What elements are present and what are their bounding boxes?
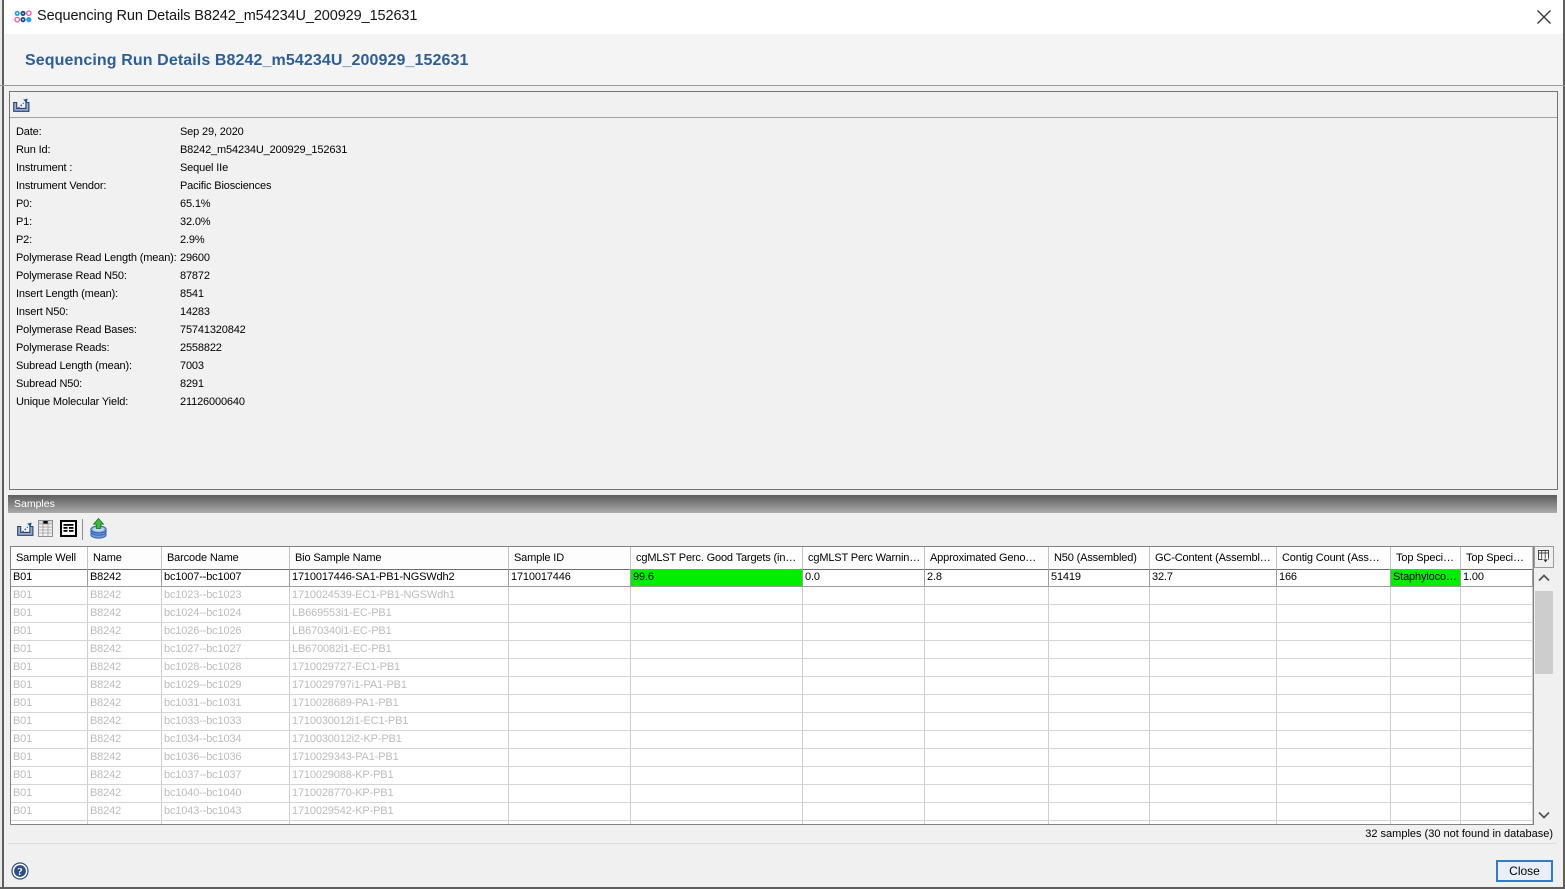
svg-text:?: ? [17,866,23,878]
